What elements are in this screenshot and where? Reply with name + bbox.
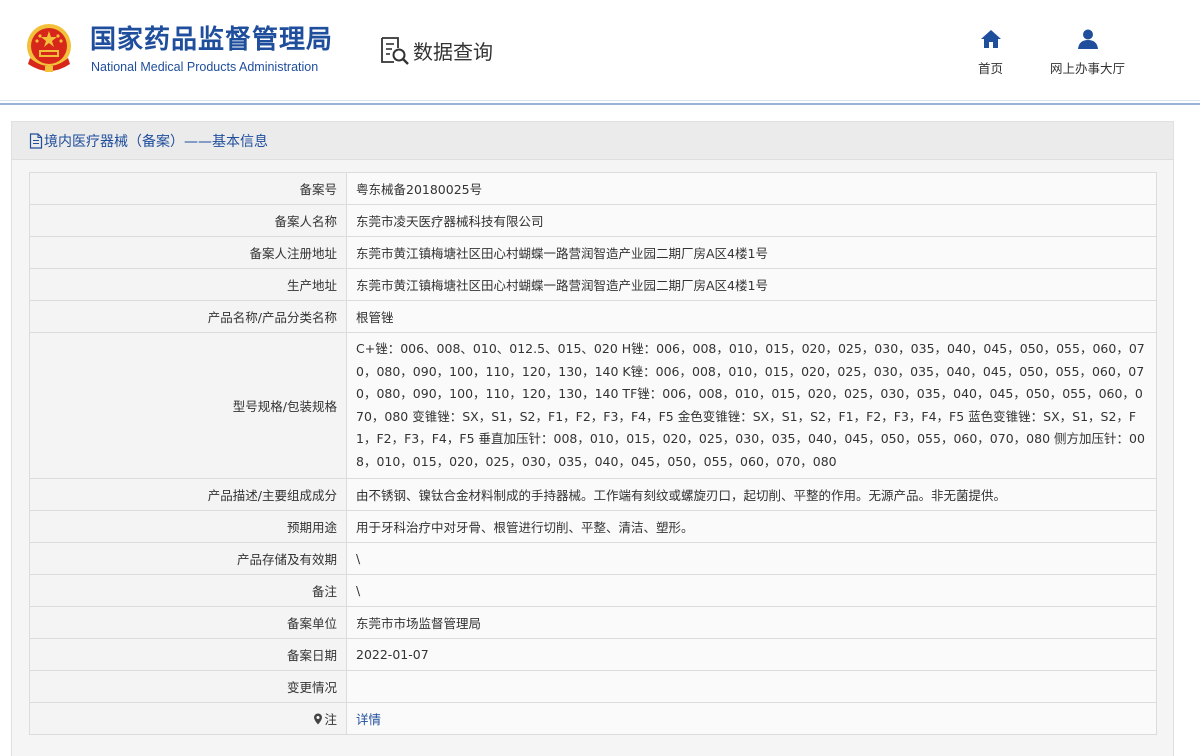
org-name-cn: 国家药品监督管理局 xyxy=(90,25,334,55)
row-label: 生产地址 xyxy=(29,268,347,301)
row-label: 变更情况 xyxy=(29,670,347,703)
row-value: 东莞市黄江镇梅塘社区田心村蝴蝶一路营润智造产业园二期厂房A区4楼1号 xyxy=(346,268,1157,301)
header-divider-thin xyxy=(0,100,1200,101)
detail-panel: 境内医疗器械（备案）——基本信息 备案号 粤东械备20180025号 备案人名称… xyxy=(11,121,1174,756)
data-query-label: 数据查询 xyxy=(413,39,493,64)
row-label: 备注 xyxy=(29,574,347,607)
row-value xyxy=(346,670,1157,703)
note-value-cell: 详情 xyxy=(346,702,1157,735)
row-label: 备案单位 xyxy=(29,606,347,639)
site-header: 国家药品监督管理局 National Medical Products Admi… xyxy=(0,0,1200,100)
nav-online-hall-link[interactable]: 网上办事大厅 xyxy=(1050,28,1125,77)
row-label: 预期用途 xyxy=(29,510,347,543)
row-label: 产品名称/产品分类名称 xyxy=(29,300,347,333)
basic-info-table: 备案号 粤东械备20180025号 备案人名称 东莞市凌天医疗器械科技有限公司 … xyxy=(29,172,1157,735)
row-value: \ xyxy=(346,574,1157,607)
row-value: 东莞市市场监督管理局 xyxy=(346,606,1157,639)
row-value: 用于牙科治疗中对牙骨、根管进行切削、平整、清洁、塑形。 xyxy=(346,510,1157,543)
row-label: 产品描述/主要组成成分 xyxy=(29,478,347,511)
table-row: 产品描述/主要组成成分 由不锈钢、镍钛合金材料制成的手持器械。工作端有刻纹或螺旋… xyxy=(29,478,1157,511)
org-name-en: National Medical Products Administration xyxy=(91,60,319,74)
row-value: 由不锈钢、镍钛合金材料制成的手持器械。工作端有刻纹或螺旋刃口，起切削、平整的作用… xyxy=(346,478,1157,511)
row-label: 备案号 xyxy=(29,172,347,205)
panel-title-bar: 境内医疗器械（备案）——基本信息 xyxy=(12,122,1173,160)
details-link[interactable]: 详情 xyxy=(356,712,381,727)
table-row-note: 注 详情 xyxy=(29,702,1157,735)
table-row: 生产地址 东莞市黄江镇梅塘社区田心村蝴蝶一路营润智造产业园二期厂房A区4楼1号 xyxy=(29,268,1157,301)
search-document-icon xyxy=(381,37,409,65)
table-row: 备案人注册地址 东莞市黄江镇梅塘社区田心村蝴蝶一路营润智造产业园二期厂房A区4楼… xyxy=(29,236,1157,269)
note-label: 注 xyxy=(324,712,337,727)
header-divider xyxy=(0,103,1200,105)
table-row: 产品名称/产品分类名称 根管锉 xyxy=(29,300,1157,333)
row-value: \ xyxy=(346,542,1157,575)
table-row: 备注 \ xyxy=(29,574,1157,607)
row-value: 根管锉 xyxy=(346,300,1157,333)
row-label: 型号规格/包装规格 xyxy=(29,332,347,479)
row-label: 备案日期 xyxy=(29,638,347,671)
document-icon xyxy=(29,132,43,149)
nav-home-label: 首页 xyxy=(978,61,1004,76)
nav-online-hall-label: 网上办事大厅 xyxy=(1050,61,1126,76)
row-value: 东莞市凌天医疗器械科技有限公司 xyxy=(346,204,1157,237)
table-row: 备案单位 东莞市市场监督管理局 xyxy=(29,606,1157,639)
panel-title: 境内医疗器械（备案）——基本信息 xyxy=(44,133,268,150)
table-row: 变更情况 xyxy=(29,670,1157,703)
row-label: 产品存储及有效期 xyxy=(29,542,347,575)
pin-icon xyxy=(314,713,323,725)
row-value: 粤东械备20180025号 xyxy=(346,172,1157,205)
note-label-cell: 注 xyxy=(29,702,347,735)
home-icon xyxy=(980,30,1001,48)
row-value: 2022-01-07 xyxy=(346,638,1157,671)
row-value: C+锉：006、008、010、012.5、015、020 H锉：006，008… xyxy=(346,332,1157,479)
row-label: 备案人注册地址 xyxy=(29,236,347,269)
row-value: 东莞市黄江镇梅塘社区田心村蝴蝶一路营润智造产业园二期厂房A区4楼1号 xyxy=(346,236,1157,269)
data-query-title: 数据查询 xyxy=(378,34,493,66)
table-row: 产品存储及有效期 \ xyxy=(29,542,1157,575)
table-row: 型号规格/包装规格 C+锉：006、008、010、012.5、015、020 … xyxy=(29,332,1157,479)
table-row: 备案日期 2022-01-07 xyxy=(29,638,1157,671)
table-row: 预期用途 用于牙科治疗中对牙骨、根管进行切削、平整、清洁、塑形。 xyxy=(29,510,1157,543)
user-icon xyxy=(1077,29,1098,49)
table-row: 备案号 粤东械备20180025号 xyxy=(29,172,1157,205)
table-row: 备案人名称 东莞市凌天医疗器械科技有限公司 xyxy=(29,204,1157,237)
row-label: 备案人名称 xyxy=(29,204,347,237)
nav-home-link[interactable]: 首页 xyxy=(978,28,1003,77)
national-emblem-icon xyxy=(27,24,71,72)
